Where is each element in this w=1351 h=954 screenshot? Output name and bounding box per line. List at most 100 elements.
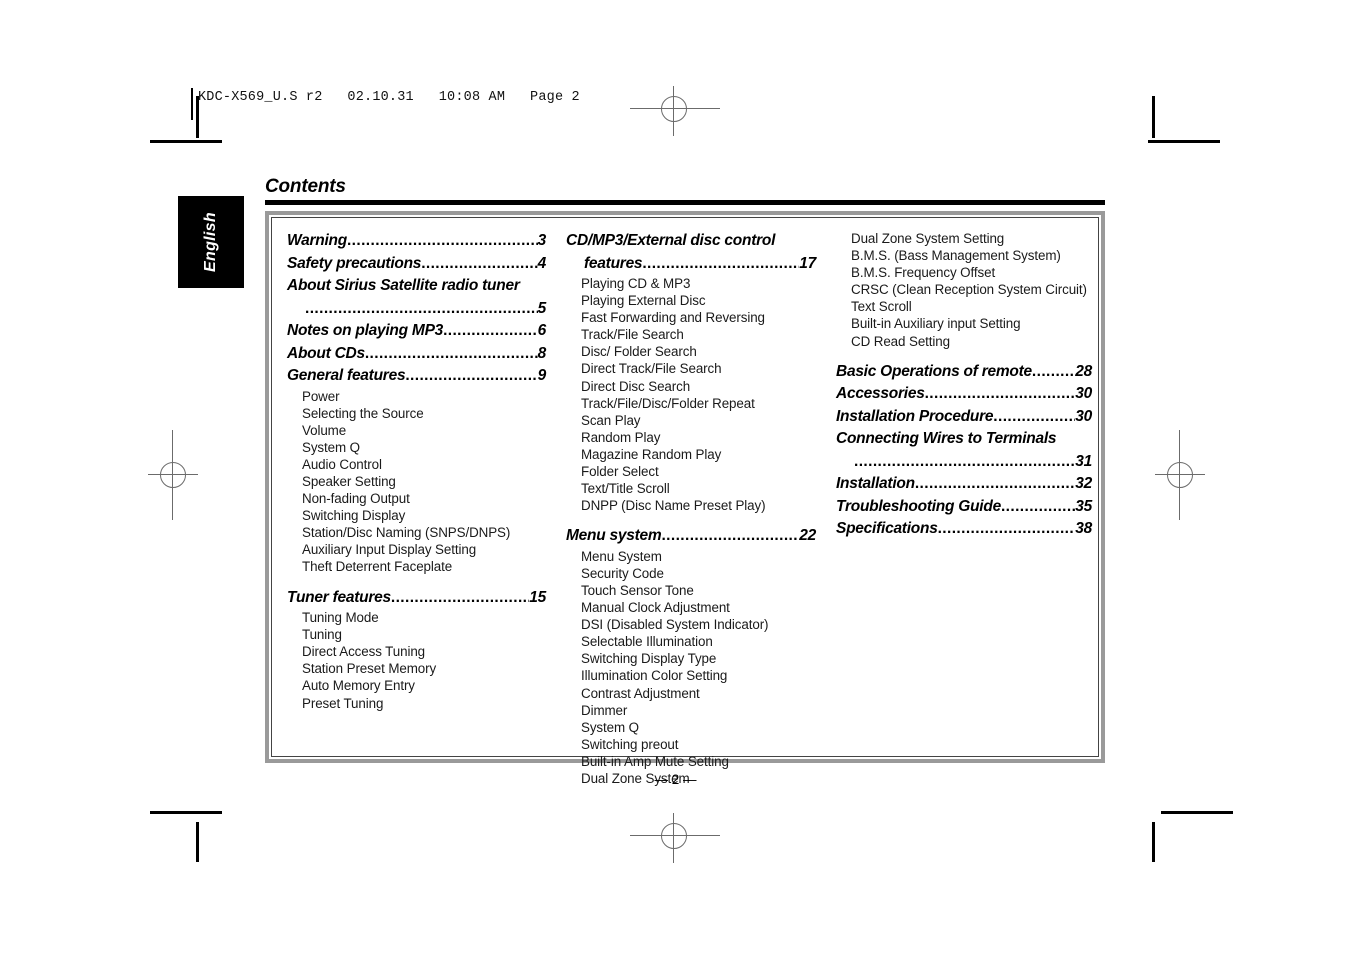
registration-mark-circle [661, 96, 687, 122]
contents-column-middle: CD/MP3/External disc control features ...… [556, 230, 824, 786]
toc-subentry-scan-play[interactable]: Scan Play [566, 412, 816, 429]
toc-subentry-tuning-mode[interactable]: Tuning Mode [287, 609, 546, 626]
toc-subentry-track-file-search[interactable]: Track/File Search [566, 326, 816, 343]
toc-subentry-dual-zone-system-setting[interactable]: Dual Zone System Setting [836, 230, 1092, 247]
crop-mark-top-right-horizontal [1148, 140, 1220, 143]
toc-subentry-selectable-illumination[interactable]: Selectable Illumination [566, 633, 816, 650]
toc-subentry-touch-sensor-tone[interactable]: Touch Sensor Tone [566, 582, 816, 599]
toc-entry-safety-precautions[interactable]: Safety precautions......................… [287, 253, 546, 275]
toc-entry-page: 17 [799, 254, 816, 272]
toc-entry-continuation-about-sirius-satellite-radio-tuner[interactable]: ........................................… [287, 298, 546, 320]
toc-subentry-dnpp-disc-name-preset-play[interactable]: DNPP (Disc Name Preset Play) [566, 497, 816, 514]
toc-entry-page: 9 [537, 367, 547, 384]
toc-subentry-disc-folder-search[interactable]: Disc/ Folder Search [566, 343, 816, 360]
toc-subentry-switching-display[interactable]: Switching Display [287, 507, 546, 524]
toc-subentry-system-q[interactable]: System Q [287, 439, 546, 456]
toc-entry-page: 38 [1075, 520, 1092, 538]
toc-entry-connecting-wires-to-terminals[interactable]: Connecting Wires to Terminals [836, 428, 1092, 450]
toc-entry-about-cds[interactable]: About CDs...............................… [287, 343, 546, 365]
toc-subentry-menu-system[interactable]: Menu System [566, 548, 816, 565]
toc-subentry-switching-preout[interactable]: Switching preout [566, 736, 816, 753]
registration-mark-left [148, 430, 198, 520]
registration-mark-bottom [630, 813, 720, 863]
toc-subentry-volume[interactable]: Volume [287, 422, 546, 439]
toc-entry-label: Tuner features [287, 588, 391, 606]
toc-subentry-power[interactable]: Power [287, 388, 546, 405]
toc-entry-menu-system[interactable]: Menu system.............................… [566, 525, 816, 547]
toc-subentry-contrast-adjustment[interactable]: Contrast Adjustment [566, 685, 816, 702]
toc-entry-troubleshooting-guide[interactable]: Troubleshooting Guide ..................… [836, 496, 1092, 518]
toc-subentry-direct-track-file-search[interactable]: Direct Track/File Search [566, 360, 816, 377]
toc-subentry-auto-memory-entry[interactable]: Auto Memory Entry [287, 677, 546, 694]
toc-entry-installation-procedure[interactable]: Installation Procedure .................… [836, 406, 1092, 428]
toc-entry-page: 35 [1075, 497, 1092, 515]
toc-subentry-preset-tuning[interactable]: Preset Tuning [287, 695, 546, 712]
toc-subentry-system-q[interactable]: System Q [566, 719, 816, 736]
toc-entry-about-sirius-satellite-radio-tuner[interactable]: About Sirius Satellite radio tuner [287, 275, 546, 297]
toc-subentry-text-scroll[interactable]: Text Scroll [836, 298, 1092, 315]
toc-entry-warning[interactable]: Warning ................................… [287, 230, 546, 252]
toc-entry-notes-on-playing-mp3[interactable]: Notes on playing MP3 ...................… [287, 320, 546, 342]
toc-entry-label: Menu system [566, 527, 662, 545]
toc-subentry-station-disc-naming-snps-dnps[interactable]: Station/Disc Naming (SNPS/DNPS) [287, 524, 546, 541]
toc-subentry-station-preset-memory[interactable]: Station Preset Memory [287, 660, 546, 677]
toc-leader-dots: ........................................… [305, 299, 538, 317]
toc-entry-specifications[interactable]: Specifications .........................… [836, 518, 1092, 540]
toc-subentry-folder-select[interactable]: Folder Select [566, 463, 816, 480]
toc-leader-dots: ........................................… [924, 385, 1076, 403]
toc-subentry-dimmer[interactable]: Dimmer [566, 702, 816, 719]
toc-subentry-tuning[interactable]: Tuning [287, 626, 546, 643]
toc-entry-label: Installation Procedure [836, 407, 994, 425]
toc-subentry-speaker-setting[interactable]: Speaker Setting [287, 473, 546, 490]
toc-entry-installation[interactable]: Installation ...........................… [836, 473, 1092, 495]
toc-leader-dots: ........................................… [642, 254, 799, 272]
toc-subentry-built-in-auxiliary-input-setting[interactable]: Built-in Auxiliary input Setting [836, 315, 1092, 332]
toc-leader-dots: ........................................… [854, 452, 1076, 470]
toc-subentry-playing-cd-mp3[interactable]: Playing CD & MP3 [566, 275, 816, 292]
page-folio: — 2 — [654, 772, 697, 787]
toc-entry-accessories[interactable]: Accessories.............................… [836, 383, 1092, 405]
toc-entry-continuation-features[interactable]: features ...............................… [566, 253, 816, 275]
registration-mark-circle [661, 823, 687, 849]
crop-mark-bottom-left-vertical [196, 822, 199, 862]
crop-mark-bottom-left-horizontal [150, 811, 222, 814]
registration-mark-circle [160, 462, 186, 488]
toc-entry-general-features[interactable]: General features .......................… [287, 365, 546, 387]
toc-subentry-audio-control[interactable]: Audio Control [287, 456, 546, 473]
toc-subentry-fast-forwarding-and-reversing[interactable]: Fast Forwarding and Reversing [566, 309, 816, 326]
toc-subentry-theft-deterrent-faceplate[interactable]: Theft Deterrent Faceplate [287, 558, 546, 575]
toc-entry-basic-operations-of-remote[interactable]: Basic Operations of remote..............… [836, 361, 1092, 383]
toc-subentry-manual-clock-adjustment[interactable]: Manual Clock Adjustment [566, 599, 816, 616]
toc-entry-continuation-connecting-wires-to-terminals[interactable]: ........................................… [836, 451, 1092, 473]
slug-divider [191, 88, 193, 120]
toc-entry-tuner-features[interactable]: Tuner features..........................… [287, 587, 546, 609]
toc-subentry-magazine-random-play[interactable]: Magazine Random Play [566, 446, 816, 463]
toc-subentry-built-in-amp-mute-setting[interactable]: Built-in Amp Mute Setting [566, 753, 816, 770]
toc-subentry-direct-disc-search[interactable]: Direct Disc Search [566, 378, 816, 395]
registration-mark-top [630, 86, 720, 136]
toc-subentry-b-m-s-frequency-offset[interactable]: B.M.S. Frequency Offset [836, 264, 1092, 281]
registration-mark-circle [1167, 462, 1193, 488]
toc-subentry-auxiliary-input-display-setting[interactable]: Auxiliary Input Display Setting [287, 541, 546, 558]
toc-subentry-random-play[interactable]: Random Play [566, 429, 816, 446]
toc-subentry-playing-external-disc[interactable]: Playing External Disc [566, 292, 816, 309]
toc-subentry-crsc-clean-reception-system-circuit[interactable]: CRSC (Clean Reception System Circuit) [836, 281, 1092, 298]
toc-subentry-text-title-scroll[interactable]: Text/Title Scroll [566, 480, 816, 497]
toc-subentry-selecting-the-source[interactable]: Selecting the Source [287, 405, 546, 422]
toc-subentry-illumination-color-setting[interactable]: Illumination Color Setting [566, 667, 816, 684]
contents-panel-inner: Warning ................................… [271, 217, 1099, 786]
toc-entry-cd-mp3-external-disc-control[interactable]: CD/MP3/External disc control [566, 230, 816, 252]
toc-subentry-track-file-disc-folder-repeat[interactable]: Track/File/Disc/Folder Repeat [566, 395, 816, 412]
toc-subentry-non-fading-output[interactable]: Non-fading Output [287, 490, 546, 507]
toc-entry-page: 30 [1075, 407, 1092, 425]
toc-subentry-dsi-disabled-system-indicator[interactable]: DSI (Disabled System Indicator) [566, 616, 816, 633]
toc-subentry-direct-access-tuning[interactable]: Direct Access Tuning [287, 643, 546, 660]
toc-leader-dots: ........................................… [421, 254, 538, 272]
toc-subentry-switching-display-type[interactable]: Switching Display Type [566, 650, 816, 667]
toc-subentry-security-code[interactable]: Security Code [566, 565, 816, 582]
toc-leader-dots: ........................................… [405, 367, 538, 384]
toc-subentry-b-m-s-bass-management-system[interactable]: B.M.S. (Bass Management System) [836, 247, 1092, 264]
toc-subentry-cd-read-setting[interactable]: CD Read Setting [836, 333, 1092, 350]
toc-entry-label: Troubleshooting Guide [836, 497, 1001, 515]
toc-entry-page: 32 [1075, 475, 1092, 493]
